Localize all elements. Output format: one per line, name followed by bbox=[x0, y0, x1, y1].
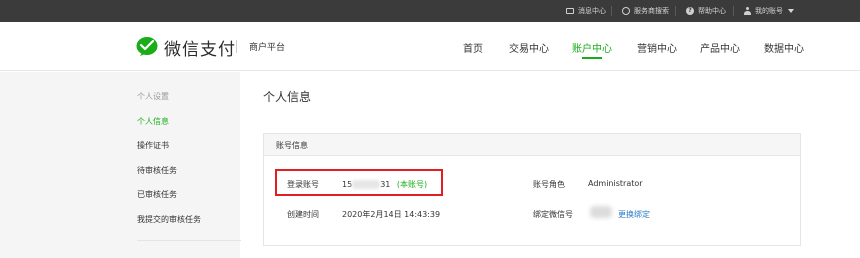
help-icon: ? bbox=[686, 7, 694, 15]
nav-marketing[interactable]: 营销中心 bbox=[637, 40, 677, 55]
my-account-menu[interactable]: 我的账号 bbox=[744, 0, 794, 22]
nav-home[interactable]: 首页 bbox=[463, 40, 483, 55]
platform-name: 商户平台 bbox=[249, 43, 286, 53]
highlight-box bbox=[275, 169, 443, 196]
divider bbox=[611, 6, 612, 16]
active-tab-indicator bbox=[582, 57, 602, 59]
redacted-wechat-id bbox=[590, 206, 612, 218]
sidebar-item-reviewed-tasks[interactable]: 已审核任务 bbox=[137, 189, 177, 200]
divider bbox=[236, 40, 237, 53]
sidebar-item-pending-tasks[interactable]: 待审核任务 bbox=[137, 165, 177, 176]
main-header: 微信支付 商户平台 首页 交易中心 账户中心 营销中心 产品中心 数据中心 bbox=[0, 22, 860, 71]
nav-products[interactable]: 产品中心 bbox=[700, 40, 740, 55]
sidebar-section-title: 个人设置 bbox=[137, 92, 169, 101]
message-icon bbox=[566, 8, 574, 14]
sidebar-item-certificate[interactable]: 操作证书 bbox=[137, 140, 169, 151]
divider bbox=[733, 6, 734, 16]
user-icon bbox=[744, 7, 751, 15]
my-account-label: 我的账号 bbox=[755, 7, 783, 15]
change-binding-link[interactable]: 更换绑定 bbox=[618, 209, 650, 220]
created-time-label: 创建时间 bbox=[287, 210, 319, 219]
sidebar-item-submitted-tasks[interactable]: 我提交的审核任务 bbox=[137, 214, 201, 225]
card-title: 账号信息 bbox=[276, 141, 308, 150]
divider bbox=[675, 6, 676, 16]
divider bbox=[137, 240, 241, 241]
account-role-value: Administrator bbox=[588, 179, 643, 188]
wechat-pay-logo-icon[interactable] bbox=[136, 36, 158, 56]
message-center-label: 消息中心 bbox=[578, 7, 606, 15]
message-center-link[interactable]: 消息中心 bbox=[566, 0, 606, 22]
card-header: 账号信息 bbox=[264, 134, 800, 156]
sidebar-item-personal-info[interactable]: 个人信息 bbox=[137, 116, 169, 127]
help-center-link[interactable]: ? 帮助中心 bbox=[686, 0, 726, 22]
sidebar bbox=[0, 72, 240, 258]
nav-account-center[interactable]: 账户中心 bbox=[572, 40, 612, 55]
help-center-label: 帮助中心 bbox=[698, 7, 726, 15]
chevron-down-icon bbox=[788, 9, 794, 13]
nav-data[interactable]: 数据中心 bbox=[764, 40, 804, 55]
bound-wechat-label: 绑定微信号 bbox=[533, 210, 573, 219]
page-title: 个人信息 bbox=[263, 90, 312, 104]
provider-search-link[interactable]: 服务商搜索 bbox=[622, 0, 669, 22]
search-icon bbox=[622, 7, 630, 15]
brand-name: 微信支付 bbox=[164, 40, 236, 60]
nav-transactions[interactable]: 交易中心 bbox=[509, 40, 549, 55]
top-bar: 消息中心 服务商搜索 ? 帮助中心 我的账号 bbox=[0, 0, 860, 22]
provider-search-label: 服务商搜索 bbox=[634, 7, 669, 15]
account-role-label: 账号角色 bbox=[533, 180, 565, 189]
created-time-value: 2020年2月14日 14:43:39 bbox=[342, 210, 441, 219]
